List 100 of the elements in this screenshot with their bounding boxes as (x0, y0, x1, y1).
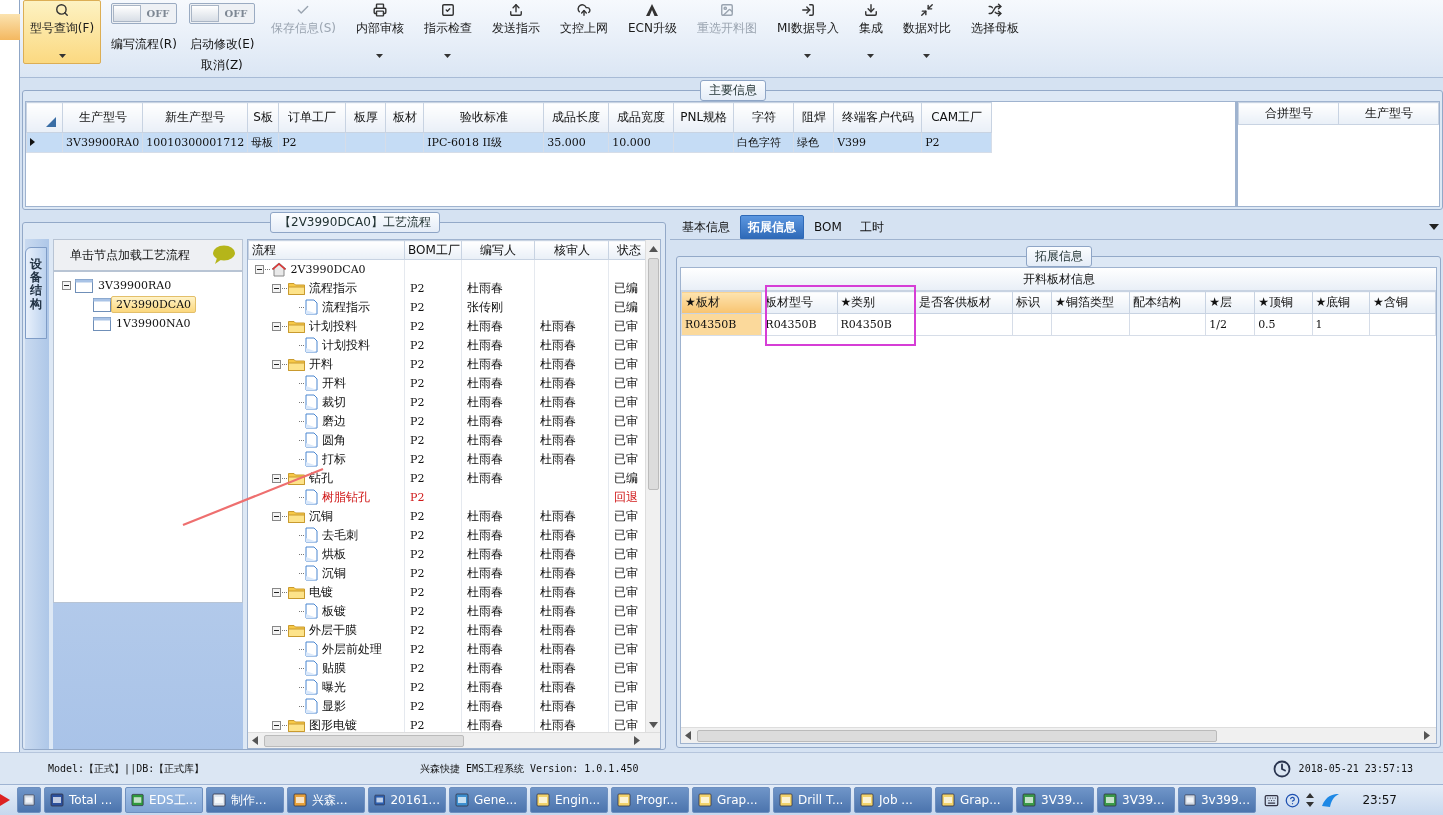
taskbar-button[interactable]: Engin... (530, 787, 608, 813)
column-header[interactable]: ★含铜 (1369, 291, 1436, 314)
tab[interactable]: 基本信息 (674, 215, 738, 239)
column-header[interactable]: 订单工厂 (278, 102, 346, 133)
taskbar-button[interactable]: Drill T... (773, 787, 851, 813)
scroll-right-icon[interactable] (1424, 731, 1430, 740)
column-header[interactable]: 编写人 (461, 240, 535, 260)
scroll-left-icon[interactable] (252, 736, 258, 745)
taskbar-button[interactable]: Grap... (692, 787, 770, 813)
expander-icon[interactable] (62, 281, 71, 290)
tab[interactable]: 工时 (851, 215, 892, 239)
column-header[interactable]: 生产型号 (1338, 102, 1439, 125)
tab[interactable]: BOM (806, 215, 850, 239)
tree-node[interactable]: 磨边 (321, 412, 346, 430)
tree-node[interactable]: 沉铜 (308, 507, 333, 525)
column-header[interactable]: 标识 (1012, 291, 1052, 314)
column-header[interactable]: 生产型号 (62, 102, 143, 133)
tree-node[interactable]: 打标 (321, 450, 346, 468)
tree-node[interactable]: 树脂钻孔 (321, 488, 370, 506)
toolbar-button[interactable]: 内部审核 (350, 0, 410, 64)
column-header[interactable]: 核审人 (534, 240, 609, 260)
column-header[interactable]: ★底铜 (1312, 291, 1370, 314)
column-header[interactable]: BOM工厂 (404, 240, 462, 260)
scroll-up-icon[interactable] (648, 246, 658, 252)
scroll-right-icon[interactable] (634, 736, 640, 745)
column-header[interactable]: 流程 (248, 240, 405, 260)
toolbar-button[interactable]: ECN升级 (622, 0, 683, 64)
column-header[interactable]: 板厚 (345, 102, 386, 133)
expander-icon[interactable] (271, 511, 281, 521)
tree-node[interactable]: 图形电镀 (308, 716, 357, 732)
taskbar-button[interactable]: Total ... (44, 787, 122, 813)
tree-node[interactable]: 烘板 (321, 545, 346, 563)
up-down-arrows-icon[interactable] (1306, 793, 1315, 807)
tree-node[interactable]: 2V3990DCA0 (111, 296, 197, 313)
column-header[interactable]: 配本结构 (1129, 291, 1206, 314)
toolbar-link[interactable]: 取消(Z) (201, 57, 243, 74)
column-header[interactable]: 字符 (733, 102, 794, 133)
network-icon[interactable] (1320, 792, 1341, 808)
column-header[interactable]: ★层 (1205, 291, 1255, 314)
tree-node[interactable]: 钻孔 (308, 469, 333, 487)
toolbar-button[interactable]: 选择母板 (964, 0, 1025, 64)
expander-icon[interactable] (271, 720, 281, 730)
toolbar-button[interactable]: 文控上网 (554, 0, 614, 64)
column-header[interactable]: 阻焊 (793, 102, 834, 133)
table-row[interactable]: 3V39900RA0 10010300001712 母板 P2 IPC-6018 II级 35.000 10.000 白色字符 绿色 V399 P2 (26, 132, 992, 153)
column-header[interactable]: 终端客户代码 (833, 102, 922, 133)
column-header[interactable]: ★板材 (681, 291, 762, 314)
column-header[interactable]: 是否客供板材 (915, 291, 1013, 314)
toolbar-button[interactable]: MI数据导入 (770, 0, 845, 64)
taskbar-button[interactable]: Grap... (935, 787, 1013, 813)
expander-icon[interactable] (271, 625, 281, 635)
expander-icon[interactable] (271, 321, 281, 331)
expander-icon[interactable] (271, 359, 281, 369)
taskbar-button[interactable]: 3v399... (1178, 787, 1256, 813)
column-header[interactable]: 成品长度 (543, 102, 609, 133)
toolbar-button[interactable]: 型号查询(F) (23, 0, 101, 64)
scroll-left-icon[interactable] (685, 731, 691, 740)
taskbar-button[interactable]: Gene... (449, 787, 527, 813)
tree-node[interactable]: 计划投料 (308, 317, 357, 335)
column-header[interactable]: PNL规格 (673, 102, 734, 133)
tree-node[interactable]: 流程指示 (321, 298, 370, 316)
tree-node[interactable]: 曝光 (321, 678, 346, 696)
column-header[interactable]: 新生产型号 (142, 102, 248, 133)
tree-node[interactable]: 1V39900NA0 (111, 315, 196, 332)
toolbar-button[interactable]: 指示检查 (418, 0, 478, 64)
toolbar-button[interactable]: 发送指示 (486, 0, 546, 64)
taskbar-button[interactable]: 3V39... (1016, 787, 1094, 813)
taskbar-button[interactable]: Progr... (611, 787, 689, 813)
toolbar-button[interactable]: 数据对比 (896, 0, 957, 64)
tree-node[interactable]: 去毛刺 (321, 526, 358, 544)
tree-node[interactable]: 开料 (321, 374, 346, 392)
tree-node[interactable]: 开料 (308, 355, 333, 373)
tab[interactable]: 拓展信息 (740, 215, 804, 239)
help-icon[interactable] (1285, 792, 1301, 808)
tree-node[interactable]: 2V3990DCA0 (290, 262, 366, 276)
taskbar-button[interactable]: 兴森... (287, 787, 365, 813)
tree-node[interactable]: 外层前处理 (321, 640, 382, 658)
tree-node[interactable]: 圆角 (321, 431, 346, 449)
taskbar-button[interactable]: 20161... (368, 787, 446, 813)
tree-node[interactable]: 显影 (321, 697, 346, 715)
column-header[interactable]: 成品宽度 (608, 102, 674, 133)
taskbar-button[interactable]: 3V39... (1097, 787, 1175, 813)
tree-node[interactable]: 裁切 (321, 393, 346, 411)
tree-node[interactable]: 板镀 (321, 602, 346, 620)
keyboard-icon[interactable] (1264, 792, 1280, 808)
side-tab[interactable]: 设备结构 (25, 247, 47, 339)
tree-node[interactable]: 外层干膜 (308, 621, 357, 639)
taskbar-button[interactable]: 制作... (206, 787, 284, 813)
column-header[interactable]: CAM工厂 (921, 102, 992, 133)
tree-node[interactable]: 3V39900RA0 (93, 277, 177, 294)
tree-node[interactable]: 计划投料 (321, 336, 370, 354)
column-header[interactable]: 板材 (385, 102, 424, 133)
tree-node[interactable]: 沉铜 (321, 564, 346, 582)
column-header[interactable]: ★铜箔类型 (1051, 291, 1130, 314)
column-header[interactable]: ★顶铜 (1254, 291, 1313, 314)
dropdown-arrow-icon[interactable] (1429, 224, 1439, 230)
taskbar-button[interactable] (17, 787, 41, 813)
expander-icon[interactable] (271, 473, 281, 483)
column-header[interactable]: ★类别 (837, 291, 916, 314)
tree-node[interactable]: 流程指示 (308, 279, 357, 297)
